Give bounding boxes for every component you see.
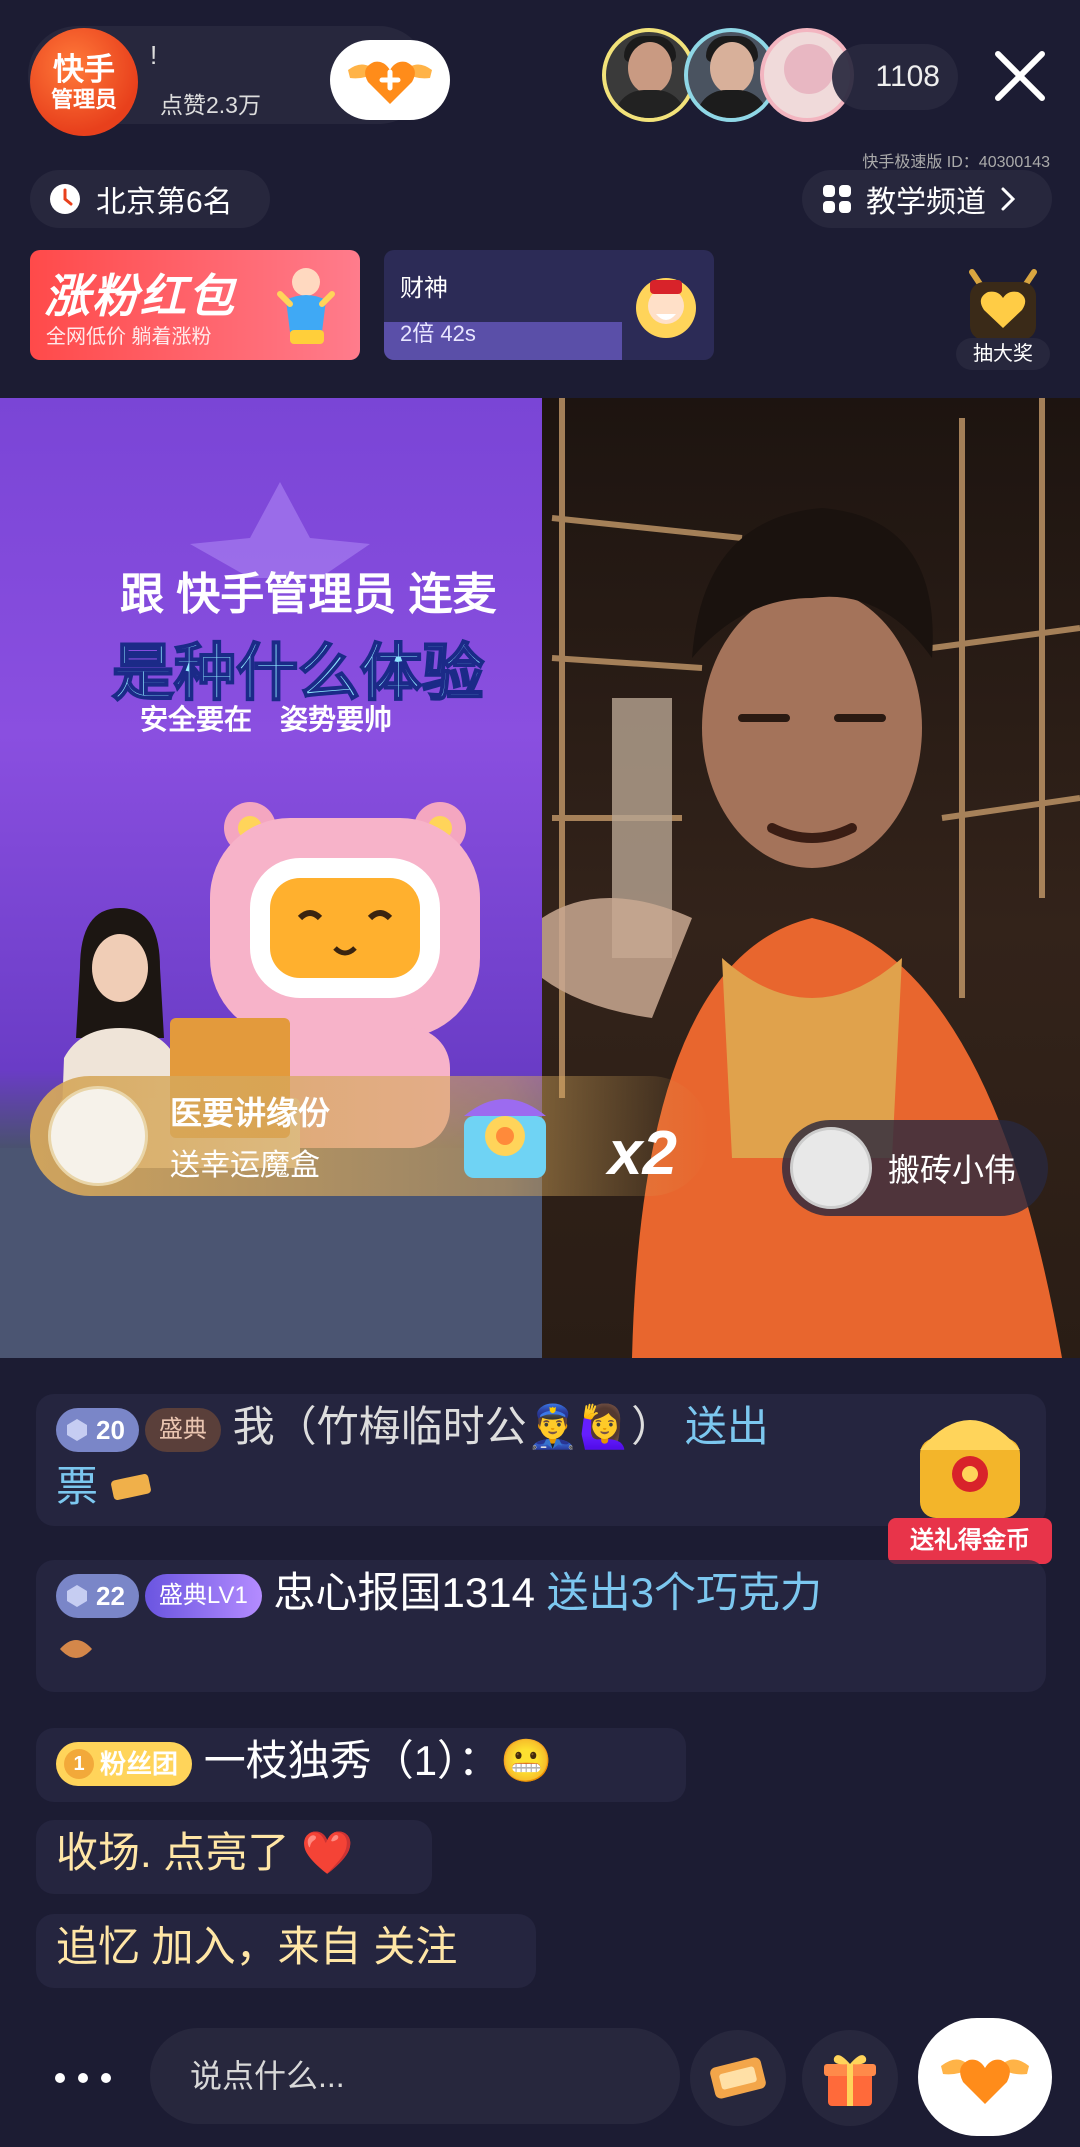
mascot-figure-icon [277, 268, 335, 344]
chat-text: 收场. 点亮了 ❤️ [56, 1829, 354, 1876]
hexagon-icon [67, 1418, 87, 1441]
grid-icon [823, 185, 851, 213]
fan-club-badge: 1 粉丝团 [56, 1741, 193, 1786]
city-rank-label: 北京第6名 [96, 186, 233, 219]
channel-label: 教学频道 [866, 186, 986, 219]
viewer-avatar[interactable] [602, 28, 696, 122]
close-icon[interactable] [990, 46, 1050, 106]
redpack-subtitle: 全网低价 躺着涨粉 [46, 326, 212, 348]
chat-message[interactable]: 1 粉丝团 一枝独秀（1）：😬 [36, 1728, 686, 1802]
chat-message[interactable]: 22 盛典LV1 忠心报国1314 送出3个巧克力 [36, 1560, 1046, 1692]
clock-icon [50, 184, 80, 214]
chat-message[interactable]: 追忆 加入，来自 关注 [36, 1914, 536, 1988]
golden-heart-icon [969, 269, 1037, 340]
caishen-banner[interactable]: 财神 2倍 42s [384, 250, 714, 360]
user-level-badge: 22 [56, 1573, 139, 1618]
gift-button[interactable] [802, 2030, 898, 2126]
redpack-title: 涨粉红包 [44, 270, 236, 322]
chat-user-name: 忠心报国1314 [273, 1569, 535, 1616]
fortune-god-icon [636, 278, 696, 338]
follower-redpack-banner[interactable]: 涨粉红包 全网低价 躺着涨粉 [30, 250, 360, 360]
promo-sub-2: 姿势要帅 [280, 704, 393, 735]
chocolate-icon [60, 1640, 92, 1658]
channel-pill[interactable]: 教学频道 [802, 170, 1052, 228]
heart-wings-icon [348, 61, 432, 104]
festival-badge: 盛典 [144, 1407, 221, 1452]
heart-wings-icon [941, 2059, 1029, 2104]
like-button[interactable] [918, 2018, 1052, 2136]
lottery-button[interactable]: 抽大奖 [954, 262, 1052, 372]
gift-box-icon [824, 2055, 876, 2106]
host-name: ! [150, 40, 158, 70]
ticket-icon [110, 1474, 151, 1500]
send-gift-coin-chest[interactable]: 送礼得金币 [886, 1390, 1054, 1568]
gift-action-text: 送幸运魔盒 [170, 1149, 320, 1182]
festival-ticket-icon [710, 2057, 766, 2099]
more-options-button[interactable] [48, 2058, 118, 2098]
city-rank-pill[interactable]: 北京第6名 [30, 170, 270, 228]
gift-multiplier: x2 [608, 1119, 677, 1188]
user-level-badge: 20 [56, 1407, 139, 1452]
host-avatar-line2: 管理员 [50, 87, 117, 113]
treasure-chest-icon [920, 1420, 1020, 1518]
likes-count: 点赞2.3万 [160, 92, 261, 118]
gift-sender-avatar [48, 1086, 148, 1186]
gift-sender-name: 医要讲缘份 [170, 1095, 331, 1131]
app-id-text: 快手极速版 ID：40300143 [862, 154, 1050, 171]
ticket-button[interactable] [690, 2030, 786, 2126]
festival-lv1-badge: 盛典LV1 [144, 1573, 262, 1618]
host-avatar[interactable]: 快手 管理员 [30, 28, 138, 136]
chat-user-name: 我（竹梅临时公👮‍♂️🙋‍♀️） [232, 1403, 674, 1450]
promo-title-line1: 跟 快手管理员 连麦 [120, 570, 497, 619]
host-avatar-line1: 快手 [53, 51, 115, 87]
host-video-panel[interactable]: 跟 快手管理员 连麦 是种什么体验 安全要在 姿势要帅 [0, 398, 542, 1358]
guest-name-tag[interactable]: 搬砖小伟 [782, 1120, 1048, 1216]
chat-action: 送出3个巧克力 [546, 1569, 822, 1616]
guest-avatar [790, 1127, 872, 1209]
lottery-label: 抽大奖 [956, 338, 1050, 370]
chat-message[interactable]: 收场. 点亮了 ❤️ [36, 1820, 432, 1894]
chat-action: 送出 [684, 1403, 769, 1450]
more-dots-icon [55, 2073, 111, 2083]
chevron-right-icon [1001, 187, 1016, 211]
coin-chest-label: 送礼得金币 [888, 1518, 1052, 1564]
chat-text: 一枝独秀（1）：😬 [203, 1737, 553, 1784]
chat-text: 追忆 加入，来自 关注 [56, 1923, 458, 1970]
caishen-timer: 2倍 42s [400, 321, 476, 346]
comment-input[interactable] [150, 2028, 680, 2124]
lucky-box-icon [464, 1099, 546, 1178]
viewer-count[interactable]: 1108 [832, 44, 958, 110]
follow-button[interactable] [330, 40, 450, 120]
chat-action-line2: 票 [56, 1463, 99, 1510]
hexagon-icon [67, 1584, 87, 1607]
caishen-title: 财神 [400, 275, 448, 302]
promo-sub-1: 安全要在 [140, 704, 253, 735]
guest-name: 搬砖小伟 [888, 1152, 1017, 1188]
